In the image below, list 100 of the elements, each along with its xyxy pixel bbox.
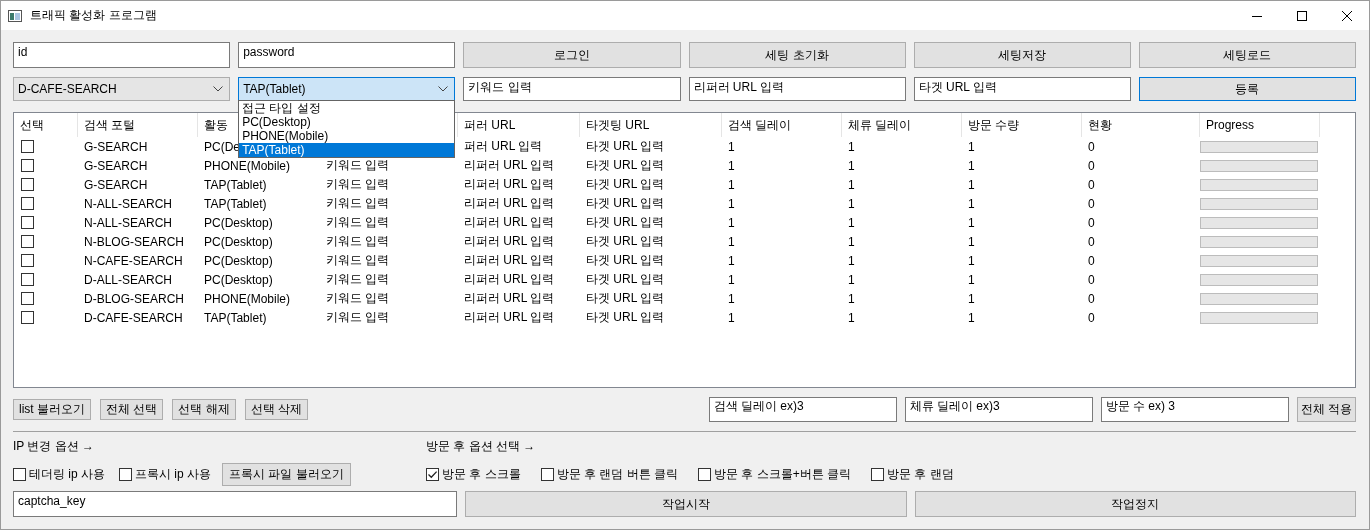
keyword-field[interactable]: 키워드 입력 [463,77,681,101]
stay-delay-field[interactable]: 체류 딜레이 ex)3 [904,397,1093,422]
maximize-icon[interactable] [1297,10,1307,21]
table-cell: 리퍼러 URL 입력 [464,252,555,269]
search-delay-field[interactable]: 검색 딜레이 ex)3 [708,397,897,422]
dropdown-option[interactable]: PHONE(Mobile) [239,129,455,143]
table-cell: 리퍼러 URL 입력 [464,157,555,174]
checkbox[interactable] [426,467,439,481]
table-cell: PC(Desktop) [204,253,273,268]
dropdown-option[interactable]: 접근 타입 설정 [239,101,455,115]
password-field[interactable]: password [238,42,456,68]
table-cell: 0 [1088,291,1095,306]
action-button[interactable]: 로그인 [463,42,681,68]
list-button[interactable]: 전체 선택 [100,399,164,420]
table-cell: 타겟 URL 입력 [586,309,665,326]
table-cell: 1 [848,310,855,325]
column-header[interactable]: 체류 딜레이 [848,116,912,134]
checkbox[interactable] [21,235,34,248]
checkbox[interactable] [21,311,34,324]
table-cell: G-SEARCH [84,177,148,192]
table-cell: 0 [1088,253,1095,268]
checkbox[interactable] [119,467,132,481]
section-label: 방문 후 옵션 선택 → [426,438,537,454]
checkbox[interactable] [540,467,554,481]
table-cell: PC(Desktop) [204,215,273,230]
action-button[interactable]: 세팅 초기화 [688,42,906,68]
table-cell: 키워드 입력 [326,176,390,193]
table-cell: 1 [848,196,855,211]
list-button[interactable]: 선택 삭제 [244,399,309,420]
checkbox[interactable] [21,178,34,191]
checkbox-label[interactable]: 방문 후 스크롤 [442,465,521,483]
action-button[interactable]: 세팅저장 [913,42,1131,68]
referrer-url-field[interactable]: 리퍼러 URL 입력 [688,77,906,101]
checkbox-label[interactable]: 프록시 ip 사용 [135,465,212,483]
column-header[interactable]: Progress [1206,118,1255,132]
table-cell: D-ALL-SEARCH [84,272,173,287]
table-cell: PC(Desktop) [204,272,273,287]
table-cell: 1 [728,310,735,325]
table-cell: 1 [968,139,975,154]
table-cell: 타겟 URL 입력 [586,157,665,174]
checkbox[interactable] [13,467,26,481]
column-header[interactable]: 검색 딜레이 [728,116,792,134]
checkbox-label[interactable]: 방문 후 스크롤+버튼 클릭 [714,465,852,483]
column-header[interactable]: 현황 [1088,116,1112,134]
proxy-file-button[interactable]: 프록시 파일 불러오기 [222,462,351,486]
table-cell: 타겟 URL 입력 [586,252,665,269]
table-cell: 1 [968,310,975,325]
close-icon[interactable] [1342,10,1352,21]
column-header[interactable]: 방문 수량 [968,116,1020,134]
column-header[interactable]: 선택 [20,116,44,134]
table-cell: 1 [728,272,735,287]
table-cell: 리퍼러 URL 입력 [464,290,555,307]
column-header[interactable]: 활동 [204,116,228,134]
table-cell: 리퍼러 URL 입력 [464,214,555,231]
checkbox[interactable] [21,140,34,153]
captcha-key-field[interactable]: captcha_key [13,491,457,517]
list-button[interactable]: list 불러오기 [13,399,91,420]
access-type-dropdown[interactable]: TAP(Tablet) [238,77,456,101]
table-cell: 1 [848,253,855,268]
checkbox-label[interactable]: 방문 후 랜덤 버튼 클릭 [556,465,678,483]
table-cell: PHONE(Mobile) [204,158,290,173]
checkbox-label[interactable]: 테더링 ip 사용 [29,465,105,483]
checkbox[interactable] [698,467,711,481]
checkbox[interactable] [21,254,34,267]
register-button[interactable]: 등록 [1138,77,1356,101]
checkbox[interactable] [21,273,34,286]
dropdown-option[interactable]: TAP(Tablet) [239,143,455,157]
window-title: 트래픽 활성화 프로그램 [30,7,157,24]
target-url-field[interactable]: 타겟 URL 입력 [913,77,1131,101]
table-cell: 1 [728,291,735,306]
table-cell: 타겟 URL 입력 [586,195,665,212]
table-cell: 1 [848,291,855,306]
column-header[interactable]: 퍼러 URL [464,116,516,134]
table-cell: G-SEARCH [84,158,148,173]
visits-field[interactable]: 방문 수 ex) 3 [1100,397,1289,422]
table-cell: 1 [728,177,735,192]
action-button[interactable]: 세팅로드 [1138,42,1356,68]
table-cell: 1 [728,234,735,249]
apply-all-button[interactable]: 전체 적용 [1296,397,1356,422]
id-field[interactable]: id [13,42,231,68]
checkbox[interactable] [21,159,34,172]
column-header[interactable]: 검색 포털 [84,116,136,134]
checkbox[interactable] [21,197,34,210]
table-cell: D-CAFE-SEARCH [84,310,183,325]
checkbox[interactable] [871,467,885,481]
checkbox[interactable] [21,216,34,229]
table-cell: 1 [728,215,735,230]
dropdown-option[interactable]: PC(Desktop) [239,115,455,129]
list-button[interactable]: 선택 해제 [172,399,236,420]
chevron-icon [438,86,449,92]
table-cell: 1 [728,253,735,268]
table-cell: 타겟 URL 입력 [586,271,665,288]
checkbox[interactable] [21,292,34,305]
stop-button[interactable]: 작업정지 [914,491,1356,517]
checkbox-label[interactable]: 방문 후 랜덤 [887,465,954,483]
start-button[interactable]: 작업시작 [465,491,907,517]
table-cell: 1 [728,139,735,154]
portal-dropdown[interactable]: D-CAFE-SEARCH [13,77,231,101]
column-header[interactable]: 타겟팅 URL [586,116,650,134]
app-icon [8,9,22,22]
